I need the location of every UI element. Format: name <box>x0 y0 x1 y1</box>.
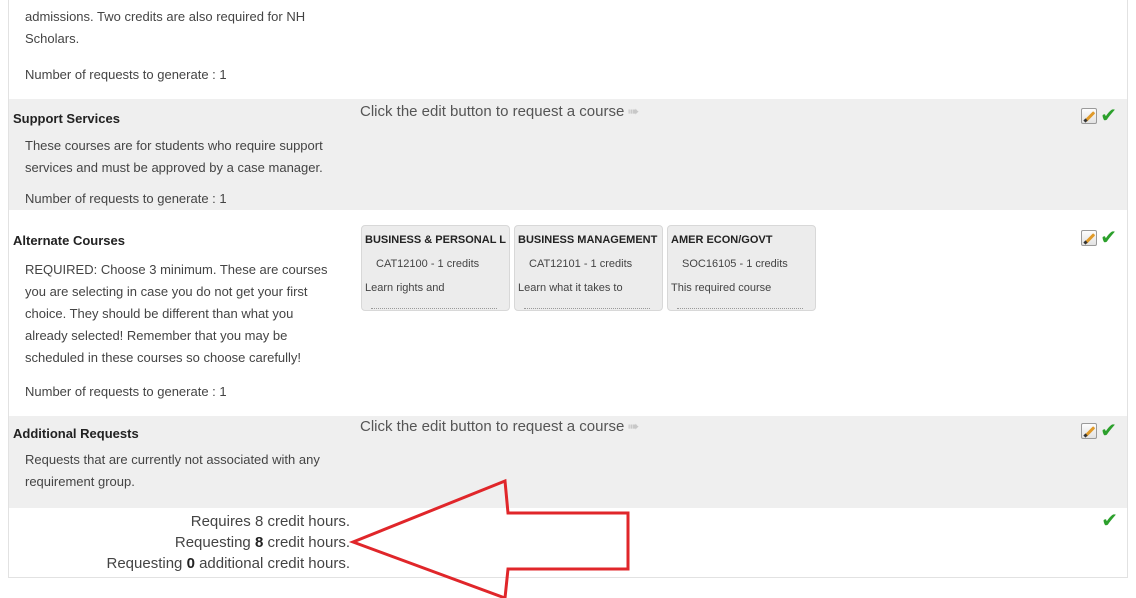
annotation-arrow-shape <box>348 478 630 598</box>
annotation-arrow <box>348 478 630 598</box>
